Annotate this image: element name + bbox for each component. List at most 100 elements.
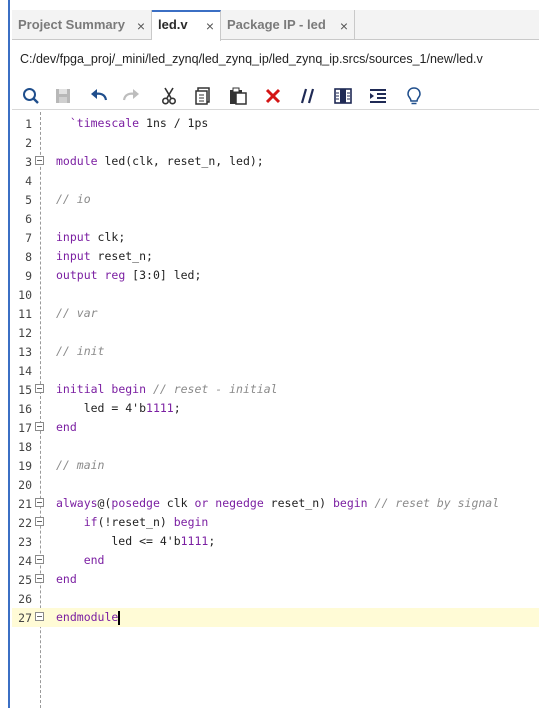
- code-line[interactable]: 20: [12, 475, 539, 494]
- cut-icon[interactable]: [158, 85, 180, 107]
- redo-icon[interactable]: [120, 85, 142, 107]
- fold-toggle-icon[interactable]: [35, 574, 44, 583]
- code-line[interactable]: 2: [12, 133, 539, 152]
- search-icon[interactable]: [20, 85, 42, 107]
- code-line[interactable]: 12: [12, 323, 539, 342]
- code-text: end: [56, 420, 77, 434]
- comment-token: // reset - initial: [152, 382, 278, 396]
- line-number: 11: [18, 307, 32, 321]
- code-line[interactable]: 7 input clk;: [12, 228, 539, 247]
- keyword-token: begin: [173, 515, 209, 529]
- fold-toggle-icon[interactable]: [35, 422, 44, 431]
- code-token: led <= 4'b: [56, 534, 181, 548]
- code-line[interactable]: 21 always@(posedge clk or negedge reset_n…: [12, 494, 539, 513]
- fold-toggle-icon[interactable]: [35, 498, 44, 507]
- code-text: led <= 4'b1111;: [56, 534, 215, 548]
- code-line[interactable]: 15 initial begin // reset - initial: [12, 380, 539, 399]
- code-text: // io: [56, 192, 91, 206]
- bulb-icon[interactable]: [403, 85, 425, 107]
- code-line[interactable]: 23 led <= 4'b1111;: [12, 532, 539, 551]
- code-line[interactable]: 13 // init: [12, 342, 539, 361]
- code-text: module led(clk, reset_n, led);: [56, 154, 264, 168]
- code-token: ;: [208, 534, 216, 548]
- close-icon[interactable]: ×: [206, 18, 214, 34]
- code-line[interactable]: 6: [12, 209, 539, 228]
- fold-toggle-icon[interactable]: [35, 612, 44, 621]
- line-number: 27: [18, 611, 32, 625]
- code-line[interactable]: 26: [12, 589, 539, 608]
- code-line[interactable]: 19 // main: [12, 456, 539, 475]
- line-number: 24: [18, 554, 32, 568]
- code-line[interactable]: 16 led = 4'b1111;: [12, 399, 539, 418]
- code-line[interactable]: 14: [12, 361, 539, 380]
- fold-toggle-icon[interactable]: [35, 384, 44, 393]
- code-line[interactable]: 10: [12, 285, 539, 304]
- keyword-token: always: [56, 496, 98, 510]
- fold-toggle-icon[interactable]: [35, 517, 44, 526]
- indent-icon[interactable]: [367, 85, 389, 107]
- code-line[interactable]: 11 // var: [12, 304, 539, 323]
- line-number: 12: [18, 326, 32, 340]
- comment-token: // var: [56, 306, 98, 320]
- code-editor[interactable]: 1 `timescale 1ns / 1ps 2 3 module led(clk, …: [12, 112, 539, 708]
- comment-token: // reset by signal: [374, 496, 500, 510]
- line-number: 9: [25, 269, 32, 283]
- line-number: 1: [25, 117, 32, 131]
- code-line[interactable]: 22 if(!reset_n) begin: [12, 513, 539, 532]
- save-icon[interactable]: [52, 85, 74, 107]
- keyword-token: negedge: [215, 496, 271, 510]
- keyword-token: begin: [111, 382, 153, 396]
- code-token: led = 4'b: [56, 401, 147, 415]
- line-number: 3: [25, 155, 32, 169]
- paste-icon[interactable]: [227, 85, 249, 107]
- code-token: (!reset_n): [97, 515, 174, 529]
- code-line[interactable]: 24 end: [12, 551, 539, 570]
- tab-label: Project Summary: [18, 17, 125, 32]
- code-line[interactable]: 3 module led(clk, reset_n, led);: [12, 152, 539, 171]
- comment-token: // main: [56, 458, 105, 472]
- tab-led-v[interactable]: led.v ×: [152, 10, 221, 41]
- delete-icon[interactable]: [262, 85, 284, 107]
- fold-toggle-icon[interactable]: [35, 555, 44, 564]
- column-icon[interactable]: [332, 85, 354, 107]
- code-line[interactable]: 18: [12, 437, 539, 456]
- code-token: reset_n;: [97, 249, 153, 263]
- keyword-token: begin: [332, 496, 375, 510]
- keyword-token: end: [83, 553, 105, 567]
- keyword-token: input: [56, 249, 98, 263]
- code-line[interactable]: 1 `timescale 1ns / 1ps: [12, 114, 539, 133]
- line-number: 21: [18, 497, 32, 511]
- code-text: // main: [56, 458, 104, 472]
- editor-tab-bar: Project Summary × led.v × Package IP - l…: [12, 10, 539, 41]
- comment-icon[interactable]: [297, 85, 319, 107]
- code-text: output reg [3:0] led;: [56, 268, 201, 282]
- code-line[interactable]: 8 input reset_n;: [12, 247, 539, 266]
- left-panel-border: [0, 0, 10, 708]
- code-line[interactable]: 9 output reg [3:0] led;: [12, 266, 539, 285]
- code-line[interactable]: 17 end: [12, 418, 539, 437]
- line-number: 17: [18, 421, 32, 435]
- tab-package-ip[interactable]: Package IP - led ×: [221, 10, 355, 40]
- close-icon[interactable]: ×: [137, 18, 145, 34]
- code-line[interactable]: 4: [12, 171, 539, 190]
- code-line[interactable]: 5 // io: [12, 190, 539, 209]
- code-line[interactable]: 25 end: [12, 570, 539, 589]
- undo-icon[interactable]: [88, 85, 110, 107]
- tab-project-summary[interactable]: Project Summary ×: [12, 10, 152, 40]
- code-text: if(!reset_n) begin: [56, 515, 209, 529]
- code-line[interactable]: 27 endmodule: [12, 608, 539, 627]
- code-text: initial begin // reset - initial: [56, 382, 278, 396]
- keyword-token: if: [83, 515, 98, 529]
- code-text: led = 4'b1111;: [56, 401, 181, 415]
- code-text: end: [56, 572, 77, 586]
- keyword-token: module: [56, 154, 105, 168]
- code-text: input reset_n;: [56, 249, 153, 263]
- close-icon[interactable]: ×: [340, 18, 348, 34]
- file-path: C:/dev/fpga_proj/_mini/led_zynq/led_zynq…: [20, 52, 483, 66]
- line-number: 20: [18, 478, 32, 492]
- code-token: clk: [166, 496, 195, 510]
- copy-icon[interactable]: [192, 85, 214, 107]
- fold-toggle-icon[interactable]: [35, 156, 44, 165]
- line-number: 2: [25, 136, 32, 150]
